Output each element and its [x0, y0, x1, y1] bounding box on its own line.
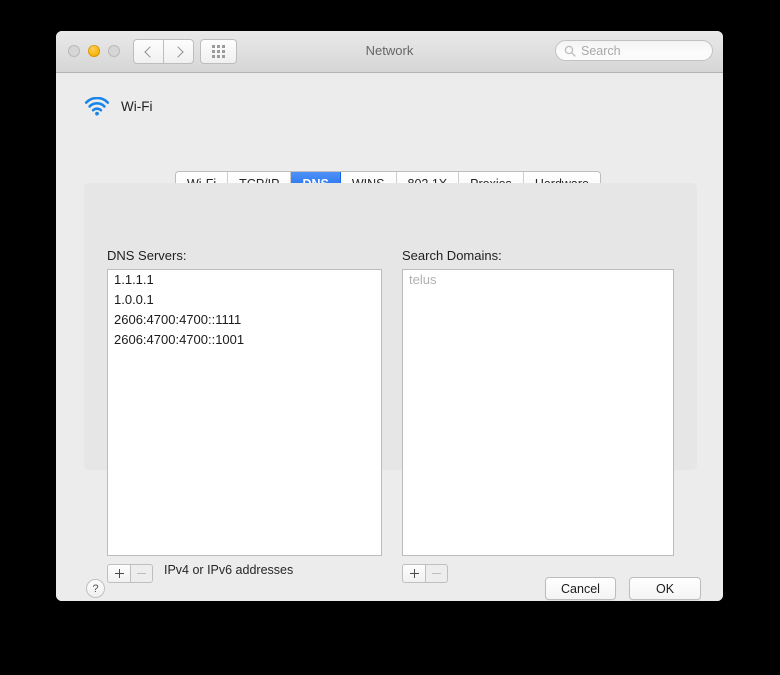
search-placeholder: Search [581, 43, 621, 58]
interface-header: Wi-Fi [84, 97, 152, 116]
wifi-dot [95, 111, 99, 116]
help-button[interactable]: ? [86, 579, 105, 598]
dns-servers-hint: IPv4 or IPv6 addresses [164, 563, 294, 577]
wifi-icon [84, 97, 110, 116]
network-preferences-window: Network Search Wi-Fi Wi-Fi [56, 31, 723, 601]
window-titlebar: Network Search [56, 31, 723, 73]
search-domains-list[interactable]: telus [402, 269, 674, 556]
search-icon [564, 45, 576, 57]
plus-icon [409, 569, 419, 578]
interface-label: Wi-Fi [121, 99, 153, 114]
minus-icon [137, 569, 146, 578]
remove-search-domain-button[interactable] [425, 564, 448, 583]
list-item[interactable]: 1.0.0.1 [108, 290, 381, 310]
search-domains-add-remove [402, 564, 448, 583]
dns-servers-list[interactable]: 1.1.1.1 1.0.0.1 2606:4700:4700::1111 260… [107, 269, 382, 556]
dns-servers-add-remove [107, 564, 153, 583]
add-dns-server-button[interactable] [107, 564, 130, 583]
minus-icon [432, 569, 441, 578]
search-domains-label: Search Domains: [402, 248, 502, 263]
dns-settings-panel: DNS Servers: 1.1.1.1 1.0.0.1 2606:4700:4… [84, 183, 697, 583]
list-item[interactable]: 2606:4700:4700::1001 [108, 330, 381, 350]
list-item[interactable]: 2606:4700:4700::1111 [108, 310, 381, 330]
dns-servers-label: DNS Servers: [107, 248, 187, 263]
remove-dns-server-button[interactable] [130, 564, 153, 583]
plus-icon [114, 569, 124, 578]
list-item-placeholder[interactable]: telus [403, 270, 673, 290]
cancel-button[interactable]: Cancel [545, 577, 616, 600]
add-search-domain-button[interactable] [402, 564, 425, 583]
list-item[interactable]: 1.1.1.1 [108, 270, 381, 290]
ok-button[interactable]: OK [629, 577, 701, 600]
search-field[interactable]: Search [555, 40, 713, 61]
window-body: Wi-Fi Wi-Fi TCP/IP DNS WINS 802.1X Proxi… [56, 73, 723, 601]
